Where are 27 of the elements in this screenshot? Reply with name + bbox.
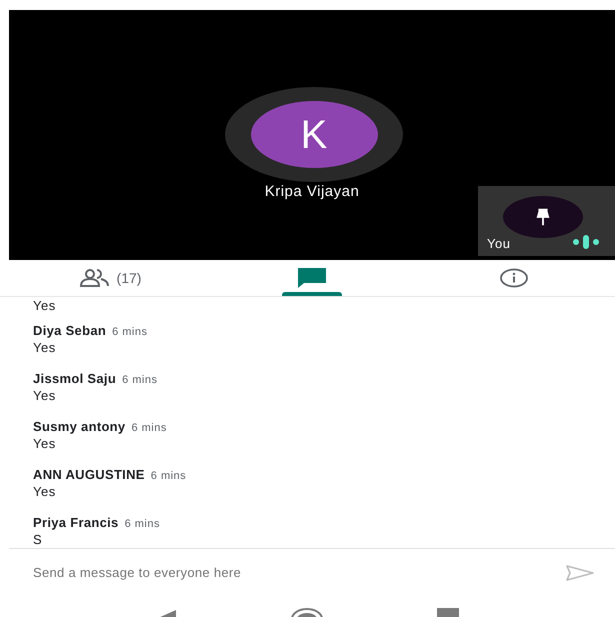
sender-name: ANN AUGUSTINE <box>33 467 145 482</box>
message-text: Yes <box>33 484 57 500</box>
avatar: K <box>250 101 378 168</box>
sender-name: Diya Seban <box>33 323 106 338</box>
message-text: Yes <box>33 436 57 452</box>
message-time: 6 mins <box>112 326 148 338</box>
message-time: 6 mins <box>131 422 167 434</box>
message-input[interactable]: Send a message to everyone here <box>33 562 565 582</box>
sender-name: Susmy antony <box>33 419 126 434</box>
chat-icon <box>296 267 328 289</box>
people-tab[interactable]: (17) <box>9 260 211 296</box>
message-text: Yes <box>33 340 57 356</box>
speaker-name: Kripa Vijayan <box>264 182 360 202</box>
message-text: Yes <box>33 298 57 314</box>
message-time: 6 mins <box>150 470 186 482</box>
people-icon <box>78 269 111 287</box>
info-icon <box>499 268 529 288</box>
self-label: You <box>487 235 510 253</box>
message-text: Yes <box>33 388 57 404</box>
self-video-tile[interactable]: You <box>478 186 615 256</box>
message-text: S <box>33 532 44 548</box>
message-time: 6 mins <box>122 374 158 386</box>
sender-name: Jissmol Saju <box>33 371 116 386</box>
message-time: 6 mins <box>124 518 160 530</box>
recents-icon[interactable] <box>436 606 459 617</box>
sender-name: Priya Francis <box>33 515 119 530</box>
audio-level-icon <box>573 235 599 249</box>
